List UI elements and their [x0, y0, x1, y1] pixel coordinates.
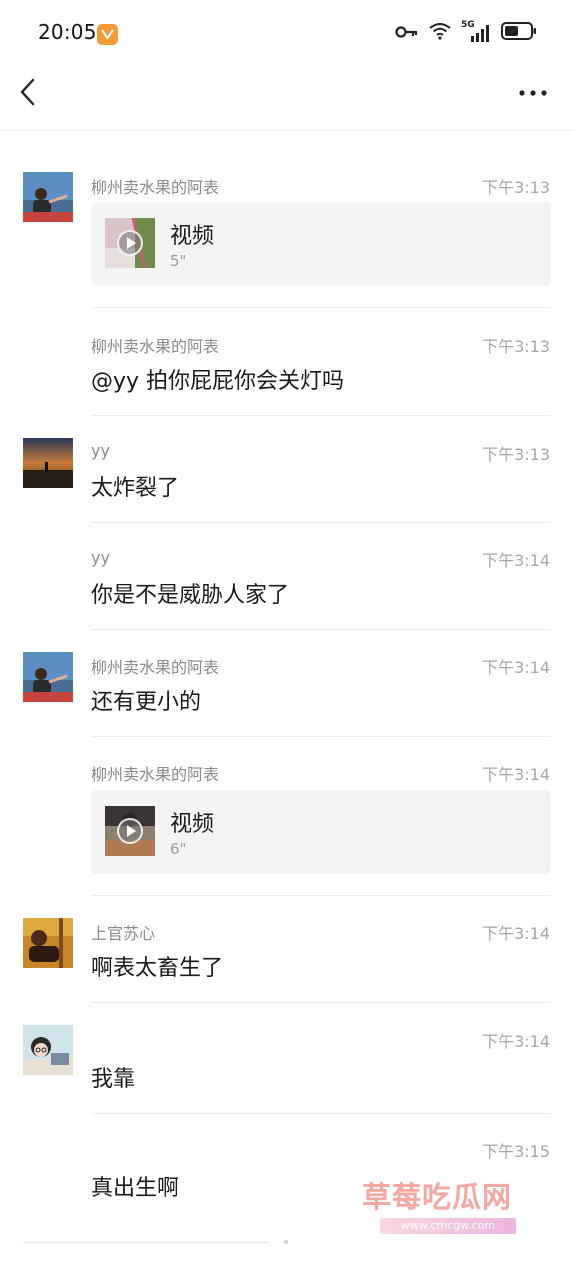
divider: [91, 736, 550, 737]
message-item[interactable]: 上官苏心 下午3:14 啊表太畜生了: [0, 917, 573, 1003]
message-item[interactable]: 柳州卖水果的阿表 下午3:13 @yy 拍你屁屁你会关灯吗: [0, 330, 573, 416]
wifi-icon: [429, 22, 451, 44]
message-time: 下午3:14: [482, 551, 550, 570]
avatar[interactable]: [23, 172, 73, 222]
avatar[interactable]: [23, 918, 73, 968]
status-bar: 20:05 5G: [0, 0, 573, 64]
sender-name: 柳州卖水果的阿表: [91, 765, 220, 784]
message-time: 下午3:15: [482, 1142, 550, 1161]
message-time: 下午3:14: [482, 924, 550, 943]
message-time: 下午3:13: [482, 445, 550, 464]
message-item[interactable]: 柳州卖水果的阿表 下午3:14 还有更小的: [0, 651, 573, 737]
video-thumbnail: [105, 218, 155, 268]
message-text: 你是不是威胁人家了: [91, 583, 290, 608]
divider: [91, 1113, 550, 1114]
message-time: 下午3:13: [482, 337, 550, 356]
message-item[interactable]: 柳州卖水果的阿表 下午3:14 视频 6": [0, 758, 573, 896]
play-icon: [117, 230, 143, 256]
divider: [91, 1002, 550, 1003]
watermark-title: 草莓吃瓜网: [362, 1180, 513, 1214]
sender-name: 上官苏心: [91, 924, 156, 943]
status-time: 20:05: [38, 20, 97, 44]
back-button[interactable]: [14, 76, 44, 110]
video-label: 视频: [170, 224, 215, 249]
nav-bar: [0, 64, 573, 131]
video-duration: 6": [170, 840, 187, 858]
divider: [91, 629, 550, 630]
divider: [91, 522, 550, 523]
sender-name: yy: [91, 548, 110, 567]
message-item[interactable]: yy 下午3:14 你是不是威胁人家了: [0, 544, 573, 630]
notification-app-icon: [97, 24, 118, 45]
play-icon: [117, 818, 143, 844]
status-icons: 5G: [395, 20, 537, 44]
battery-icon: [501, 22, 537, 44]
sender-name: 柳州卖水果的阿表: [91, 658, 220, 677]
cellular-signal-icon: 5G: [461, 20, 491, 43]
chevron-left-icon: [20, 78, 35, 106]
more-button[interactable]: [517, 82, 551, 102]
avatar[interactable]: [23, 438, 73, 488]
video-label: 视频: [170, 812, 215, 837]
sender-name: 柳州卖水果的阿表: [91, 337, 220, 356]
video-message-card[interactable]: 视频 6": [91, 790, 550, 874]
more-dots-icon: [519, 90, 547, 96]
sender-name: yy: [91, 441, 110, 460]
message-time: 下午3:14: [482, 1032, 550, 1051]
video-duration: 5": [170, 252, 187, 270]
message-text: 太炸裂了: [91, 476, 180, 501]
message-item[interactable]: yy 下午3:13 太炸裂了: [0, 437, 573, 523]
video-thumbnail: [105, 806, 155, 856]
message-time: 下午3:14: [482, 658, 550, 677]
divider: [91, 895, 550, 896]
message-text: 我靠: [91, 1067, 136, 1092]
scroll-indicator-dot: [284, 1240, 288, 1244]
message-time: 下午3:14: [482, 765, 550, 784]
message-item[interactable]: 下午3:14 我靠: [0, 1025, 573, 1114]
divider: [91, 415, 550, 416]
video-message-card[interactable]: 视频 5": [91, 202, 550, 286]
avatar[interactable]: [23, 1025, 73, 1075]
avatar[interactable]: [23, 652, 73, 702]
watermark-url: www.cmcgw.com: [380, 1218, 516, 1234]
message-time: 下午3:13: [482, 178, 550, 197]
message-item[interactable]: 柳州卖水果的阿表 下午3:13 视频 5": [0, 170, 573, 308]
key-icon: [395, 24, 419, 43]
message-text: 还有更小的: [91, 690, 202, 715]
watermark: 草莓吃瓜网 www.cmcgw.com: [362, 1174, 542, 1244]
bottom-divider: [23, 1242, 269, 1243]
divider: [91, 307, 550, 308]
message-text: 啊表太畜生了: [91, 956, 224, 981]
message-text: @yy 拍你屁屁你会关灯吗: [91, 369, 345, 394]
sender-name: 柳州卖水果的阿表: [91, 178, 220, 197]
message-text: 真出生啊: [91, 1176, 180, 1201]
